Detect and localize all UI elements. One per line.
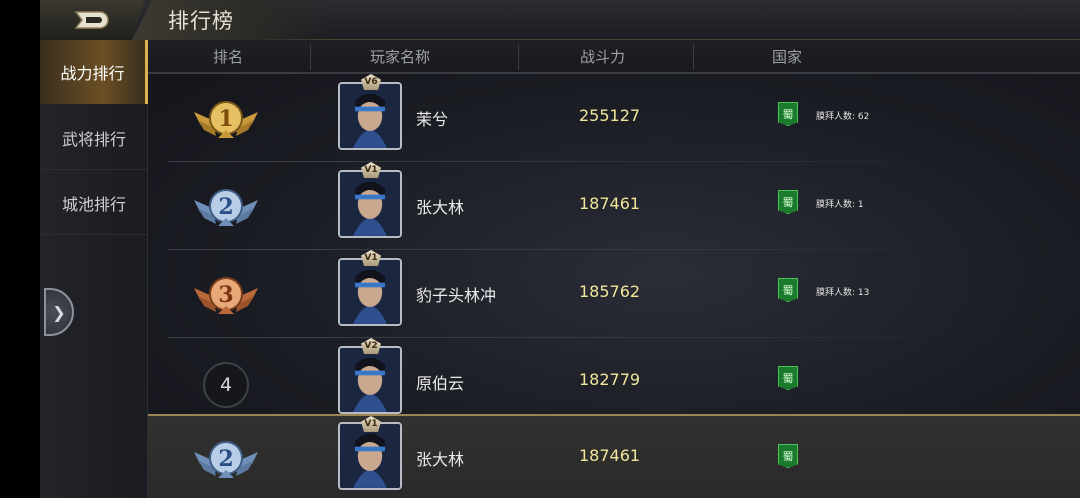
nation-flag: 蜀 (778, 102, 798, 126)
player-power: 187461 (579, 194, 641, 213)
my-rank-row[interactable]: 2 V1 张大林 187461 蜀 (148, 414, 1080, 498)
player-avatar[interactable] (338, 170, 402, 238)
page-title: 排行榜 (168, 9, 234, 33)
player-power: 187461 (579, 446, 641, 465)
sidebar: 战力排行 武将排行 城池排行 (40, 40, 148, 498)
player-avatar[interactable] (338, 82, 402, 150)
player-name: 张大林 (416, 450, 465, 469)
vip-badge: V2 (361, 338, 381, 354)
vip-badge: V1 (361, 250, 381, 266)
player-power: 185762 (579, 282, 641, 301)
gold-rank-badge-icon: 1 (194, 101, 258, 138)
back-arrow-icon (74, 11, 109, 29)
vip-badge: V1 (361, 162, 381, 178)
worship-count: 膜拜人数: 1 (816, 200, 864, 210)
player-avatar[interactable] (338, 422, 402, 490)
column-divider (693, 44, 694, 70)
back-button[interactable] (40, 0, 145, 40)
column-divider (518, 44, 519, 70)
player-name: 原伯云 (416, 374, 465, 393)
player-name: 茉兮 (416, 110, 449, 129)
silver-rank-badge-icon: 2 (194, 441, 258, 478)
header-bar: 排行榜 (40, 0, 1080, 40)
vip-badge: V1 (361, 416, 381, 432)
game-screen: 排行榜 战力排行 武将排行 城池排行 ❯ 排名 玩家名称 战斗力 国家 1 V6… (40, 0, 1080, 498)
player-name: 豹子头林冲 (416, 286, 497, 305)
sidebar-item-general-rank[interactable]: 武将排行 (40, 106, 148, 170)
rank-number: 3 (218, 282, 233, 308)
rank-row[interactable]: 1 V6 茉兮 255127 蜀 膜拜人数: 62 (148, 74, 908, 162)
rank-row[interactable]: 4 V2 原伯云 182779 蜀 (148, 338, 908, 426)
silver-rank-badge-icon: 2 (194, 189, 258, 226)
player-name: 张大林 (416, 198, 465, 217)
rank-number: 1 (218, 106, 233, 132)
column-name: 玩家名称 (370, 48, 431, 66)
bronze-rank-badge-icon: 3 (194, 277, 258, 314)
left-screen-margin (0, 0, 40, 498)
column-nation: 国家 (772, 48, 803, 66)
nation-flag: 蜀 (778, 190, 798, 214)
player-avatar[interactable] (338, 346, 402, 414)
worship-count: 膜拜人数: 62 (816, 112, 870, 122)
worship-count: 膜拜人数: 13 (816, 288, 870, 298)
nation-flag: 蜀 (778, 366, 798, 390)
rank-row[interactable]: 3 V1 豹子头林冲 185762 蜀 膜拜人数: 13 (148, 250, 908, 338)
rank-number: 4 (203, 362, 249, 408)
nation-flag: 蜀 (778, 444, 798, 468)
column-header: 排名 玩家名称 战斗力 国家 (148, 40, 1080, 74)
chevron-right-icon: ❯ (52, 302, 66, 322)
nation-flag: 蜀 (778, 278, 798, 302)
player-power: 182779 (579, 370, 641, 389)
sidebar-item-city-rank[interactable]: 城池排行 (40, 171, 148, 235)
player-avatar[interactable] (338, 258, 402, 326)
column-rank: 排名 (213, 48, 244, 66)
column-power: 战斗力 (580, 48, 626, 66)
sidebar-item-power-rank[interactable]: 战力排行 (40, 40, 148, 104)
rank-row[interactable]: 2 V1 张大林 187461 蜀 膜拜人数: 1 (148, 162, 908, 250)
player-power: 255127 (579, 106, 641, 125)
rank-number: 2 (218, 194, 233, 220)
rank-number: 2 (218, 446, 233, 472)
vip-badge: V6 (361, 74, 381, 90)
column-divider (310, 44, 311, 70)
